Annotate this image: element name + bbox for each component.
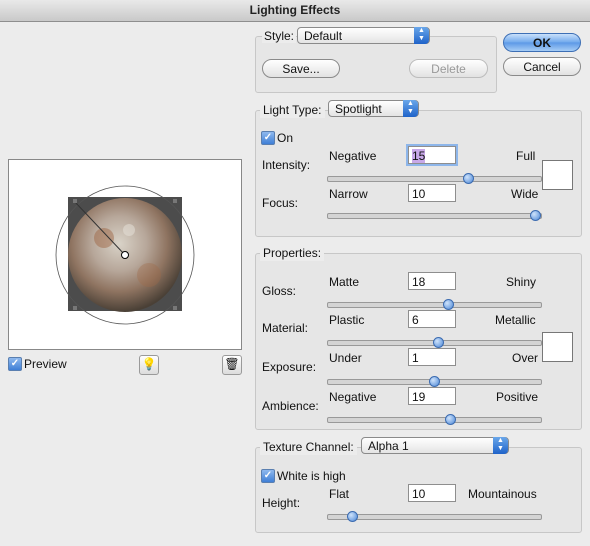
material-value: 6 <box>412 313 419 327</box>
exposure-field[interactable]: 1 <box>408 348 456 366</box>
intensity-field[interactable]: 15 <box>408 146 456 164</box>
focus-slider-thumb[interactable] <box>530 210 541 221</box>
height-label: Height: <box>262 496 301 510</box>
ambience-slider-track[interactable] <box>327 417 542 423</box>
exposure-max-label: Over <box>512 351 539 365</box>
ambience-min-label: Negative <box>329 390 377 404</box>
material-label: Material: <box>262 321 309 335</box>
height-value: 10 <box>412 487 426 501</box>
updown-arrows-icon: ▲ ▼ <box>403 100 418 117</box>
preview-canvas[interactable] <box>8 159 242 350</box>
cancel-button[interactable]: Cancel <box>503 57 581 76</box>
light-bulb-icon[interactable]: 💡 <box>139 355 159 375</box>
ok-button[interactable]: OK <box>503 33 581 52</box>
exposure-label: Exposure: <box>262 360 317 374</box>
texture-channel-select[interactable]: Alpha 1 ▲ ▼ <box>361 437 509 454</box>
gloss-label: Gloss: <box>262 284 297 298</box>
height-slider-track[interactable] <box>327 514 542 520</box>
focus-max-label: Wide <box>511 187 539 201</box>
height-min-label: Flat <box>329 487 350 501</box>
intensity-slider-thumb[interactable] <box>463 173 474 184</box>
gloss-slider-thumb[interactable] <box>442 299 454 310</box>
focus-slider-track[interactable] <box>327 213 542 219</box>
preview-image <box>55 185 195 325</box>
trash-icon[interactable]: 🗑 <box>222 355 242 375</box>
style-value: Default <box>304 29 343 43</box>
light-color-swatch[interactable] <box>542 160 573 190</box>
ambience-field[interactable]: 19 <box>408 387 456 405</box>
light-type-label: Light Type: <box>260 102 325 118</box>
focus-field[interactable]: 10 <box>408 184 456 202</box>
gloss-field[interactable]: 18 <box>408 272 456 290</box>
intensity-max-label: Full <box>516 149 536 163</box>
ambience-max-label: Positive <box>496 390 539 404</box>
gloss-max-label: Shiny <box>506 275 537 289</box>
properties-label: Properties: <box>260 245 325 261</box>
updown-arrows-icon: ▲ ▼ <box>493 437 508 454</box>
intensity-min-label: Negative <box>329 149 377 163</box>
focus-min-label: Narrow <box>329 187 368 201</box>
preview-label: Preview <box>24 357 67 371</box>
gloss-slider-track[interactable] <box>327 302 542 308</box>
exposure-min-label: Under <box>329 351 362 365</box>
light-on-label: On <box>277 131 294 145</box>
ambience-value: 19 <box>412 390 426 404</box>
exposure-value: 1 <box>412 351 419 365</box>
intensity-slider-track[interactable] <box>327 176 542 182</box>
ambience-slider-thumb[interactable] <box>444 414 456 425</box>
material-min-label: Plastic <box>329 313 365 327</box>
updown-arrows-icon: ▲ ▼ <box>414 27 429 44</box>
window-title: Lighting Effects <box>0 0 590 22</box>
height-field[interactable]: 10 <box>408 484 456 502</box>
material-slider-thumb[interactable] <box>432 337 444 348</box>
gloss-min-label: Matte <box>329 275 360 289</box>
light-type-select[interactable]: Spotlight ▲ ▼ <box>328 100 419 117</box>
delete-button[interactable]: Delete <box>409 59 488 78</box>
material-field[interactable]: 6 <box>408 310 456 328</box>
gloss-value: 18 <box>412 275 426 289</box>
focus-value: 10 <box>412 187 426 201</box>
material-max-label: Metallic <box>495 313 536 327</box>
white-is-high-checkbox[interactable]: ✓ <box>261 469 275 483</box>
light-type-value: Spotlight <box>335 102 382 116</box>
exposure-slider-thumb[interactable] <box>428 376 440 387</box>
focus-label: Focus: <box>262 196 299 210</box>
ambience-label: Ambience: <box>262 399 319 413</box>
style-select[interactable]: Default ▲ ▼ <box>297 27 430 44</box>
preview-checkbox[interactable]: ✓ <box>8 357 22 371</box>
height-max-label: Mountainous <box>468 487 537 501</box>
white-is-high-label: White is high <box>277 469 346 483</box>
intensity-value: 15 <box>412 149 426 163</box>
style-label: Style: <box>262 29 297 43</box>
ambient-color-swatch[interactable] <box>542 332 573 362</box>
save-button[interactable]: Save... <box>262 59 340 78</box>
intensity-label: Intensity: <box>262 158 311 172</box>
texture-channel-value: Alpha 1 <box>368 439 409 453</box>
light-on-checkbox[interactable]: ✓ <box>261 131 275 145</box>
texture-channel-label: Texture Channel: <box>260 439 357 455</box>
